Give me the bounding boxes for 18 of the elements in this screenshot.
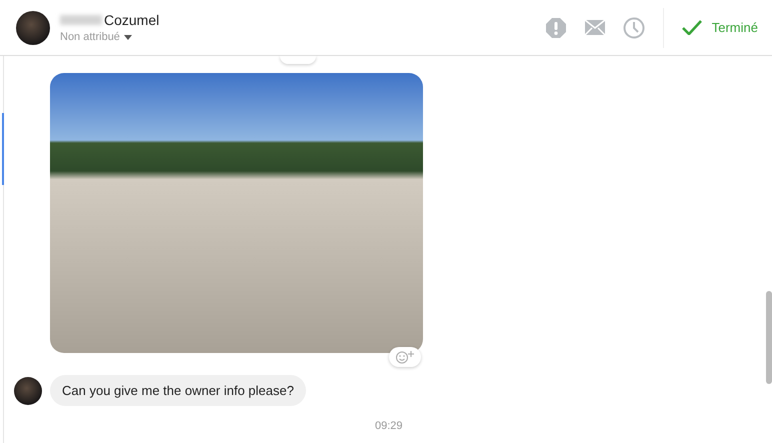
clock-icon[interactable] [622, 16, 645, 38]
message-bubble: Can you give me the owner info please? [50, 375, 306, 406]
smiley-plus-icon [395, 350, 415, 364]
avatar [16, 10, 50, 44]
caret-icon [124, 34, 132, 40]
blurred-text [60, 15, 102, 25]
done-button[interactable]: Terminé [682, 20, 758, 35]
scrollbar-thumb[interactable] [766, 291, 772, 384]
checkmark-icon [682, 20, 702, 35]
active-indicator [2, 113, 4, 185]
contact-name: Cozumel [104, 12, 160, 28]
assignment-dropdown[interactable]: Non attribué [60, 31, 132, 43]
add-reaction-button[interactable] [389, 347, 421, 367]
exclamation-icon[interactable] [544, 16, 567, 38]
message-timestamp: 09:29 [375, 420, 404, 432]
reaction-button[interactable] [280, 56, 316, 64]
avatar [14, 376, 42, 404]
envelope-icon[interactable] [584, 20, 605, 35]
